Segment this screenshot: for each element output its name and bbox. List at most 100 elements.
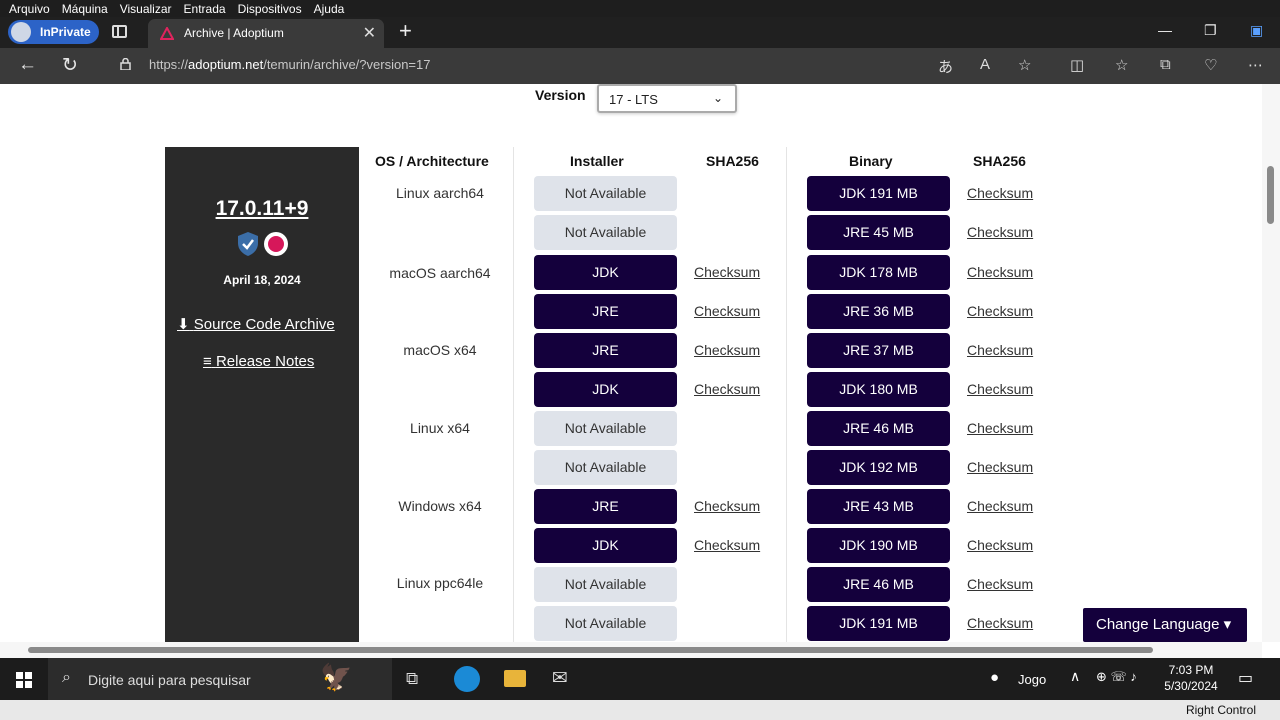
installer-checksum-link[interactable]: Checksum: [694, 342, 760, 358]
vertical-scroll-thumb[interactable]: [1267, 166, 1274, 224]
tray-icons[interactable]: ⊕ ☏ ♪: [1096, 669, 1137, 685]
notification-icon[interactable]: ▭: [1238, 668, 1253, 688]
clock-time: 7:03 PM: [1168, 663, 1214, 677]
change-language-button[interactable]: Change Language ▾: [1083, 608, 1247, 642]
binary-checksum-link[interactable]: Checksum: [967, 303, 1033, 319]
installer-download-button[interactable]: JDK: [534, 372, 677, 407]
url-domain: adoptium.net: [188, 57, 264, 72]
release-name-link[interactable]: 17.0.11+9: [165, 197, 359, 221]
lock-icon: [120, 58, 131, 70]
binary-download-button[interactable]: JDK 191 MB: [807, 606, 950, 641]
installer-download-button[interactable]: JRE: [534, 333, 677, 368]
split-screen-icon[interactable]: ◫: [1070, 56, 1084, 74]
vm-menu-item[interactable]: Ajuda: [314, 2, 345, 16]
favorite-star-icon[interactable]: ☆: [1018, 56, 1031, 74]
copilot-icon[interactable]: ▣: [1250, 22, 1263, 39]
installer-not-available: Not Available: [534, 176, 677, 211]
binary-download-button[interactable]: JRE 46 MB: [807, 411, 950, 446]
windows-start-icon[interactable]: [16, 672, 32, 688]
binary-download-button[interactable]: JRE 46 MB: [807, 567, 950, 602]
binary-checksum-link[interactable]: Checksum: [967, 342, 1033, 358]
source-code-archive-link[interactable]: ⬇ Source Code Archive: [177, 315, 335, 333]
favorites-icon[interactable]: ☆: [1115, 56, 1128, 74]
installer-download-button[interactable]: JRE: [534, 489, 677, 524]
release-notes-label: Release Notes: [215, 353, 315, 370]
weather-widget-label[interactable]: Jogo: [1018, 672, 1046, 687]
read-aloud-icon[interactable]: A: [980, 56, 990, 73]
installer-checksum-link[interactable]: Checksum: [694, 381, 760, 397]
horizontal-scrollbar[interactable]: [0, 642, 1262, 658]
release-date: April 18, 2024: [223, 273, 301, 287]
installer-checksum-link[interactable]: Checksum: [694, 303, 760, 319]
binary-download-button[interactable]: JDK 180 MB: [807, 372, 950, 407]
release-notes-link[interactable]: ≡ Release Notes: [203, 353, 314, 370]
binary-checksum-link[interactable]: Checksum: [967, 264, 1033, 280]
binary-download-button[interactable]: JRE 43 MB: [807, 489, 950, 524]
restore-icon[interactable]: ❐: [1204, 22, 1217, 39]
browser-tab-strip: InPrivate Archive | Adoptium ✕ + — ❐ ▣: [0, 17, 1280, 48]
horizontal-scroll-thumb[interactable]: [28, 647, 1153, 653]
search-icon: ⌕: [62, 669, 71, 686]
binary-checksum-link[interactable]: Checksum: [967, 459, 1033, 475]
chevron-up-icon[interactable]: ∧: [1070, 668, 1080, 685]
mail-icon[interactable]: ✉: [552, 667, 568, 690]
installer-download-button[interactable]: JDK: [534, 528, 677, 563]
tab-actions-icon[interactable]: [112, 25, 127, 38]
vertical-scrollbar[interactable]: [1262, 84, 1280, 642]
vm-menu-item[interactable]: Máquina: [62, 2, 108, 16]
search-highlight-bird-icon: 🦅: [320, 662, 353, 692]
file-explorer-icon[interactable]: [504, 670, 526, 687]
inprivate-label: InPrivate: [40, 25, 91, 39]
refresh-icon[interactable]: ↻: [62, 54, 78, 77]
collections-icon[interactable]: ⧉: [1160, 56, 1171, 73]
os-arch-label: Linux ppc64le: [396, 575, 484, 591]
vm-menu-item[interactable]: Arquivo: [9, 2, 50, 16]
binary-download-button[interactable]: JRE 36 MB: [807, 294, 950, 329]
list-icon: ≡: [203, 353, 212, 370]
task-view-icon[interactable]: ⧉: [406, 669, 418, 689]
installer-checksum-link[interactable]: Checksum: [694, 264, 760, 280]
installer-checksum-link[interactable]: Checksum: [694, 537, 760, 553]
browser-essentials-icon[interactable]: ♡: [1204, 56, 1217, 74]
version-select[interactable]: 17 - LTS ⌄: [597, 84, 737, 113]
installer-checksum-link[interactable]: Checksum: [694, 498, 760, 514]
close-tab-icon[interactable]: ✕: [363, 23, 376, 43]
page-content: Version 17 - LTS ⌄ 17.0.11+9 April 18, 2…: [0, 84, 1262, 642]
vm-menu-item[interactable]: Dispositivos: [238, 2, 302, 16]
installer-not-available: Not Available: [534, 215, 677, 250]
binary-checksum-link[interactable]: Checksum: [967, 381, 1033, 397]
translate-icon[interactable]: あ: [938, 56, 953, 77]
binary-download-button[interactable]: JRE 45 MB: [807, 215, 950, 250]
installer-download-button[interactable]: JRE: [534, 294, 677, 329]
inprivate-badge[interactable]: InPrivate: [8, 20, 99, 44]
binary-checksum-link[interactable]: Checksum: [967, 537, 1033, 553]
sports-icon[interactable]: ●: [990, 669, 999, 686]
back-icon[interactable]: ←: [18, 54, 37, 76]
more-menu-icon[interactable]: ⋯: [1248, 56, 1263, 74]
binary-checksum-link[interactable]: Checksum: [967, 615, 1033, 631]
binary-checksum-link[interactable]: Checksum: [967, 420, 1033, 436]
taskbar-clock[interactable]: 7:03 PM 5/30/2024: [1160, 662, 1222, 694]
minimize-icon[interactable]: —: [1158, 22, 1172, 38]
binary-checksum-link[interactable]: Checksum: [967, 224, 1033, 240]
tab-archive-adoptium[interactable]: Archive | Adoptium ✕: [148, 19, 384, 48]
download-icon: ⬇: [177, 316, 190, 333]
binary-download-button[interactable]: JDK 190 MB: [807, 528, 950, 563]
binary-download-button[interactable]: JDK 178 MB: [807, 255, 950, 290]
binary-download-button[interactable]: JRE 37 MB: [807, 333, 950, 368]
binary-checksum-link[interactable]: Checksum: [967, 498, 1033, 514]
binary-download-button[interactable]: JDK 192 MB: [807, 450, 950, 485]
aqavit-badge-icon: [264, 232, 288, 256]
binary-checksum-link[interactable]: Checksum: [967, 576, 1033, 592]
edge-taskbar-icon[interactable]: [454, 666, 480, 692]
url-path: /temurin/archive/?version=17: [263, 57, 431, 72]
installer-not-available: Not Available: [534, 567, 677, 602]
vm-menu-item[interactable]: Entrada: [184, 2, 226, 16]
installer-download-button[interactable]: JDK: [534, 255, 677, 290]
new-tab-icon[interactable]: +: [399, 18, 412, 44]
binary-download-button[interactable]: JDK 191 MB: [807, 176, 950, 211]
binary-checksum-link[interactable]: Checksum: [967, 185, 1033, 201]
url-text[interactable]: https://adoptium.net/temurin/archive/?ve…: [149, 57, 430, 72]
vm-menu-item[interactable]: Visualizar: [120, 2, 172, 16]
taskbar-search[interactable]: ⌕ Digite aqui para pesquisar 🦅: [48, 658, 392, 700]
